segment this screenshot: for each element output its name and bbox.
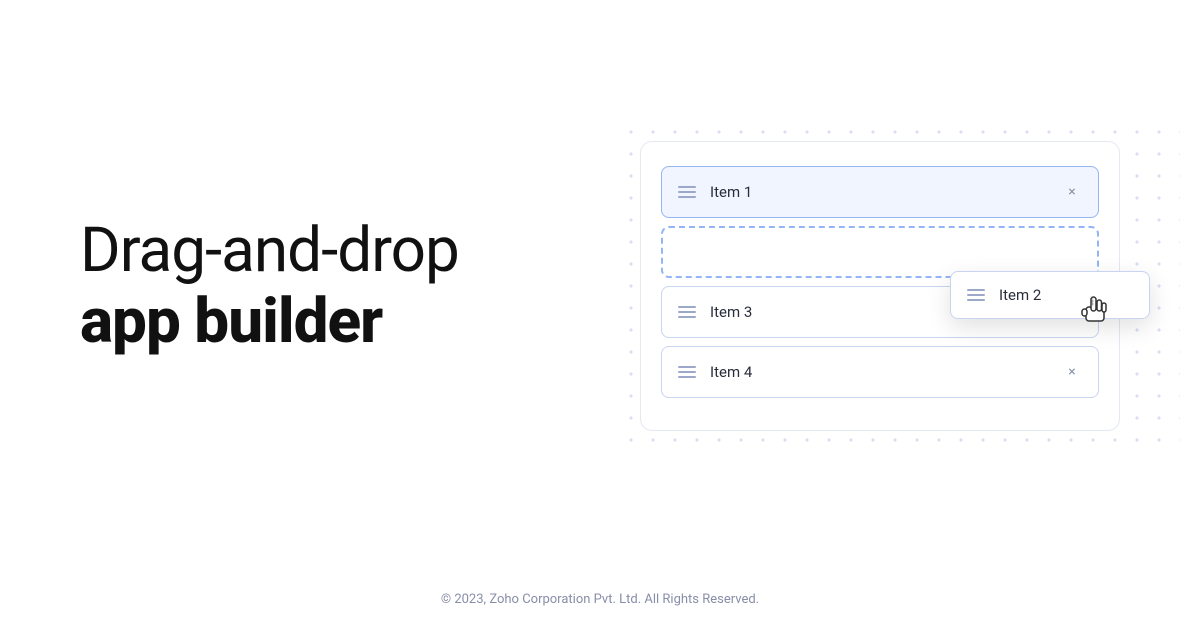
footer: © 2023, Zoho Corporation Pvt. Ltd. All R… (0, 572, 1200, 627)
drag-line (678, 371, 696, 373)
hero-line1: Drag-and-drop (80, 214, 459, 287)
drag-line (678, 306, 696, 308)
drag-line (967, 299, 985, 301)
drag-line (678, 186, 696, 188)
drag-line (678, 366, 696, 368)
drag-line (678, 196, 696, 198)
drag-line (678, 311, 696, 313)
main-content: Drag-and-drop app builder Item 1 (0, 0, 1200, 572)
drag-line (967, 294, 985, 296)
footer-text: © 2023, Zoho Corporation Pvt. Ltd. All R… (441, 592, 759, 607)
drag-handle-1[interactable] (678, 186, 696, 198)
drag-handle-3[interactable] (678, 306, 696, 318)
drag-line (678, 376, 696, 378)
drag-handle-dragged (967, 289, 985, 301)
dragged-item: Item 2 (950, 271, 1150, 319)
item-4-label: Item 4 (710, 363, 1062, 381)
item-4-close-button[interactable]: × (1062, 362, 1082, 382)
drag-line (678, 191, 696, 193)
hero-title: Drag-and-drop app builder (80, 215, 459, 358)
cursor-icon (1078, 291, 1110, 333)
drag-line (967, 289, 985, 291)
right-section: Item 1 × Item 3 ⌄ (640, 141, 1120, 431)
drag-line (678, 316, 696, 318)
hero-line2: app builder (80, 285, 382, 358)
drag-handle-4[interactable] (678, 366, 696, 378)
item-1-label: Item 1 (710, 183, 1062, 201)
page-wrapper: Drag-and-drop app builder Item 1 (0, 0, 1200, 627)
item-1-close-button[interactable]: × (1062, 182, 1082, 202)
left-section: Drag-and-drop app builder (80, 215, 459, 358)
list-item-4[interactable]: Item 4 × (661, 346, 1099, 398)
dragged-item-label: Item 2 (999, 286, 1133, 304)
list-item-1[interactable]: Item 1 × (661, 166, 1099, 218)
